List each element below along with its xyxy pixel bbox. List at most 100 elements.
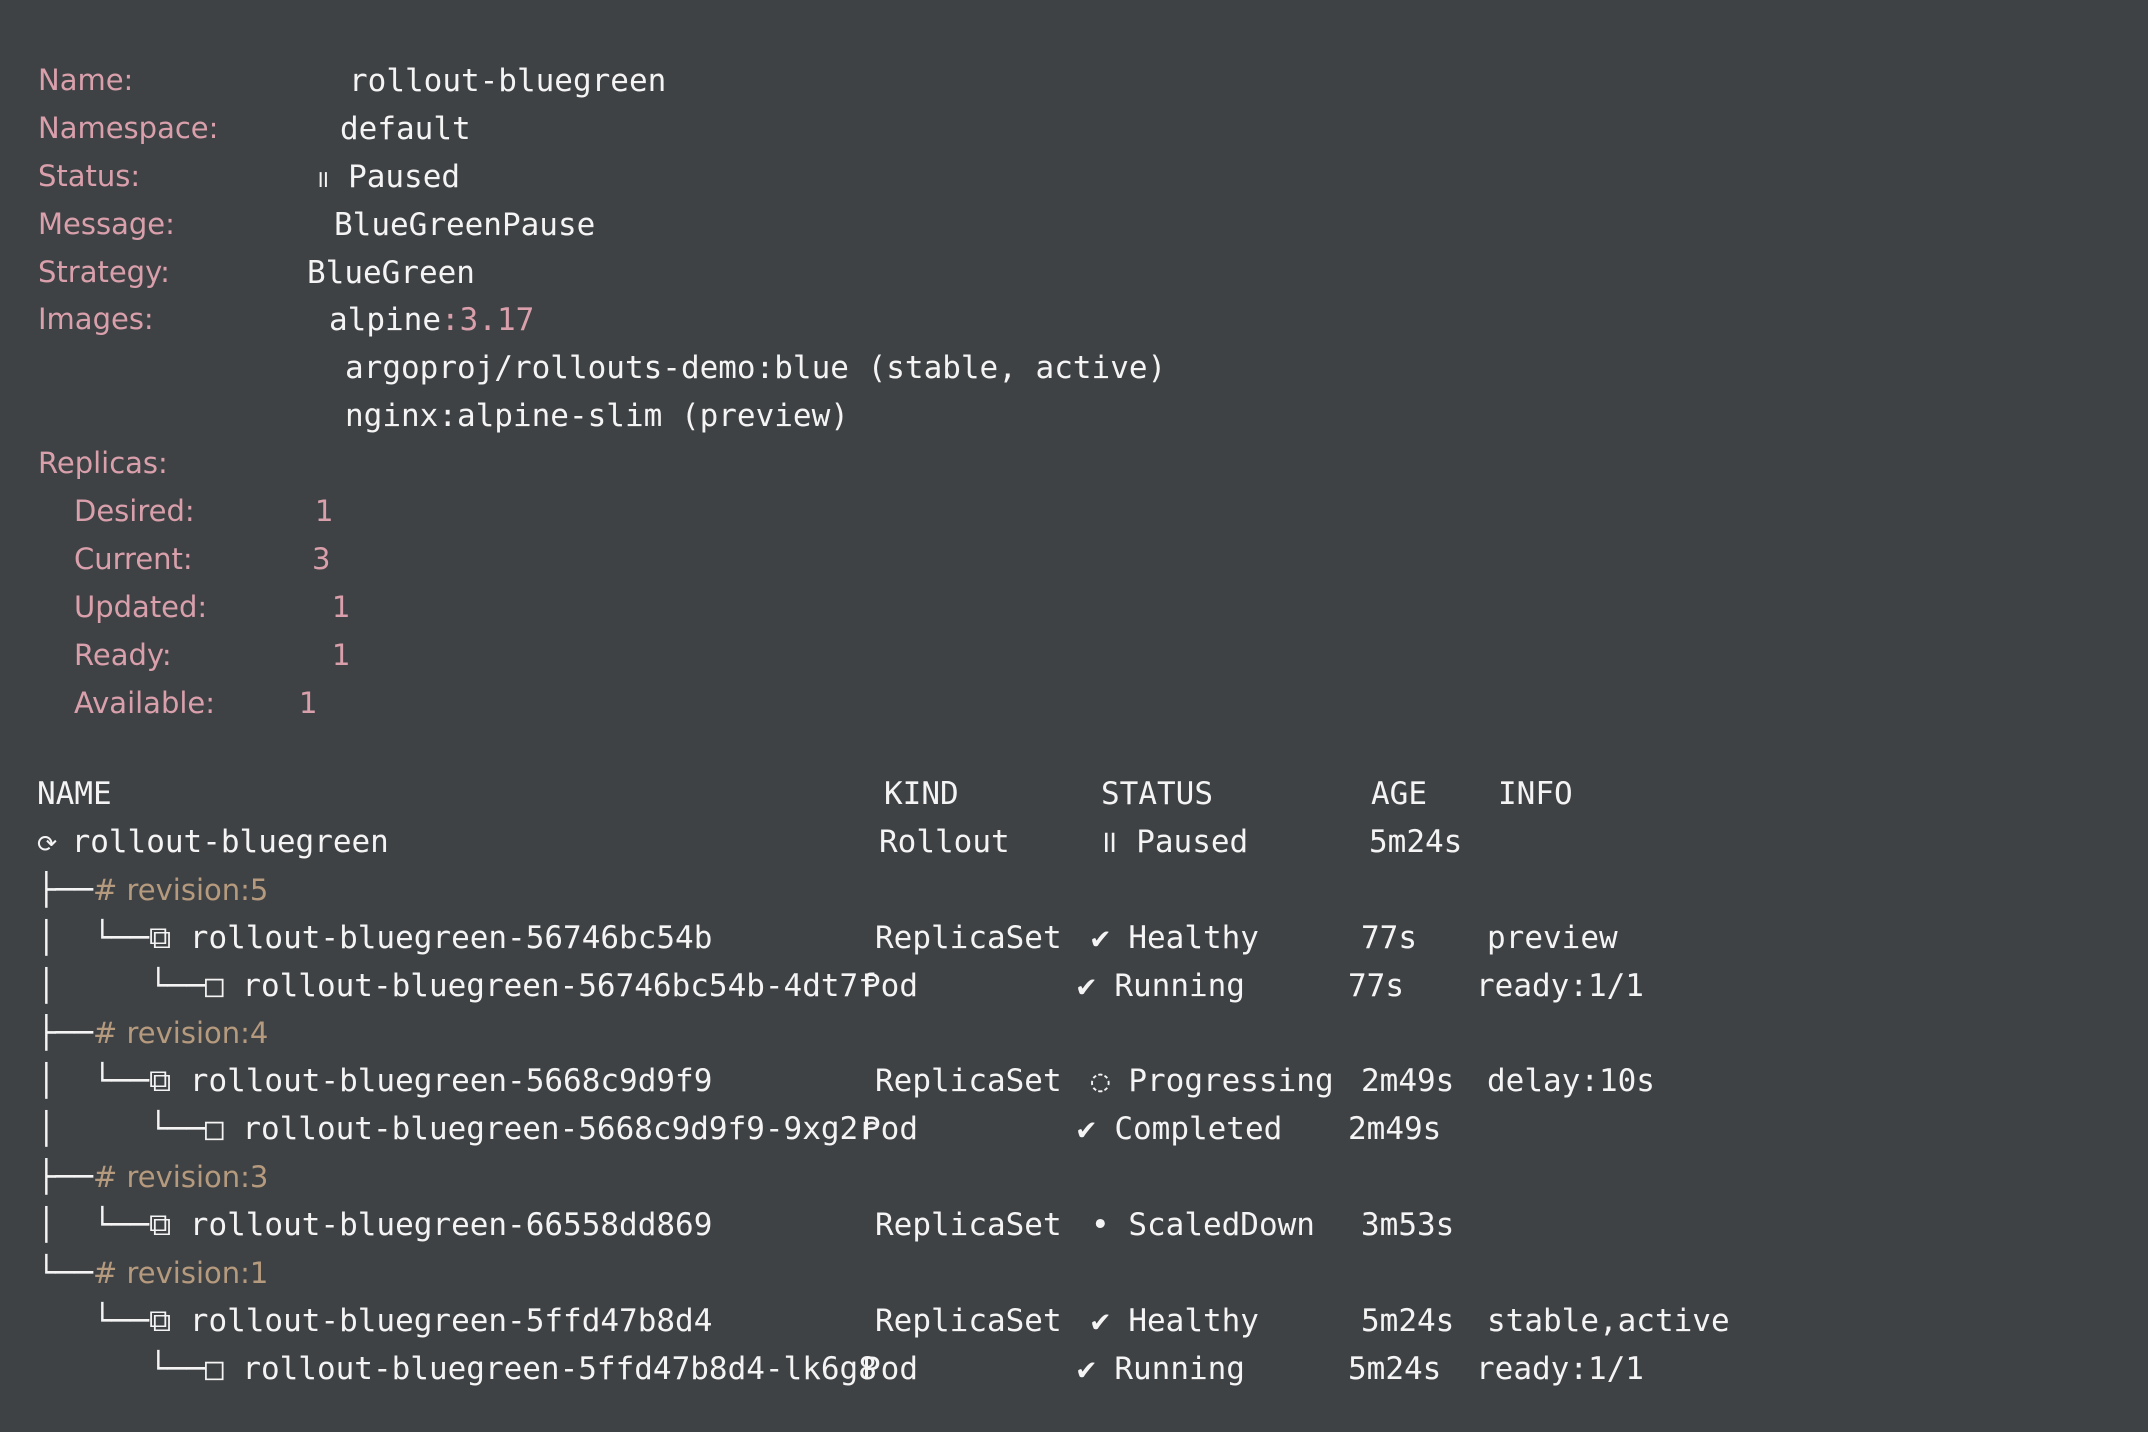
row-info: delay:10s <box>1487 1063 1655 1099</box>
tree-branch: ├── <box>37 1159 93 1195</box>
row-name: rollout-bluegreen-56746bc54b-4dt7f <box>242 968 877 1004</box>
row-name: rollout-bluegreen <box>71 824 389 860</box>
table-row: └──⧉ rollout-bluegreen-5ffd47b8d4 <box>37 1306 712 1337</box>
row-age: 2m49s <box>1361 1063 1455 1099</box>
row-name: rollout-bluegreen-5668c9d9f9 <box>189 1063 713 1099</box>
row-status: ✔ Running <box>1077 1351 1245 1387</box>
row-kind: Rollout <box>879 824 1010 860</box>
row-name: rollout-bluegreen-5ffd47b8d4 <box>189 1303 713 1339</box>
current-value: 3 <box>312 542 331 576</box>
pause-icon: ॥ <box>315 165 330 193</box>
row-kind: ReplicaSet <box>875 1063 1062 1099</box>
table-row: │ └──⧉ rollout-bluegreen-56746bc54b <box>37 923 712 954</box>
image-alpine: alpine:3.17 <box>329 305 534 336</box>
table-row: │ └──⧉ rollout-bluegreen-66558dd869 <box>37 1210 712 1241</box>
pod-icon: └──□ <box>37 1351 243 1387</box>
ready-label: Ready: <box>74 638 172 672</box>
row-kind: Pod <box>862 1351 918 1387</box>
desired-value: 1 <box>315 494 334 528</box>
row-age: 5m24s <box>1361 1303 1455 1339</box>
row-kind: ReplicaSet <box>875 1303 1062 1339</box>
table-row: │ └──□ rollout-bluegreen-56746bc54b-4dt7… <box>37 971 877 1002</box>
header-name: NAME <box>37 776 112 812</box>
row-name: rollout-bluegreen-56746bc54b <box>189 920 713 956</box>
row-kind: ReplicaSet <box>875 920 1062 956</box>
status-value-line: ॥ Paused <box>315 162 460 193</box>
row-age: 77s <box>1361 920 1417 956</box>
image-alpine-tag: :3.17 <box>440 302 535 338</box>
image-nginx: nginx:alpine-slim (preview) <box>345 398 849 434</box>
tree-branch: ├── <box>37 1015 93 1051</box>
tree-branch: ├── <box>37 872 93 908</box>
header-age: AGE <box>1371 776 1427 812</box>
images-label: Images: <box>38 302 154 336</box>
available-value: 1 <box>299 686 318 720</box>
updated-label: Updated: <box>74 590 208 624</box>
row-status: ✔ Healthy <box>1091 920 1259 956</box>
table-row: ⟳ rollout-bluegreen <box>37 827 389 858</box>
header-info: INFO <box>1498 776 1573 812</box>
row-info: ready:1/1 <box>1476 968 1644 1004</box>
message-label: Message: <box>38 207 175 241</box>
replicaset-icon: │ └──⧉ <box>37 1063 190 1099</box>
tree-branch: └── <box>37 1255 93 1291</box>
replicaset-icon: │ └──⧉ <box>37 920 190 956</box>
revision-label: # revision:1 <box>93 1256 269 1290</box>
header-kind: KIND <box>884 776 959 812</box>
updated-value: 1 <box>332 590 351 624</box>
table-row: │ └──□ rollout-bluegreen-5668c9d9f9-9xg2… <box>37 1114 877 1145</box>
revision-row: ├──# revision:3 <box>37 1162 268 1193</box>
row-info: preview <box>1487 920 1618 956</box>
row-status: ◌ Progressing <box>1091 1063 1334 1099</box>
header-status: STATUS <box>1101 776 1213 812</box>
status-label: Status: <box>38 159 141 193</box>
revision-row: └──# revision:1 <box>37 1258 268 1289</box>
ready-value: 1 <box>332 638 351 672</box>
row-age: 5m24s <box>1369 824 1463 860</box>
message-value: BlueGreenPause <box>334 207 596 243</box>
rollout-icon: ⟳ <box>37 830 72 858</box>
row-age: 2m49s <box>1348 1111 1442 1147</box>
revision-row: ├──# revision:4 <box>37 1018 268 1049</box>
row-status: ✔ Running <box>1077 968 1245 1004</box>
revision-row: ├──# revision:5 <box>37 875 268 906</box>
current-label: Current: <box>74 542 193 576</box>
strategy-value: BlueGreen <box>307 255 475 291</box>
row-name: rollout-bluegreen-5ffd47b8d4-lk6g8 <box>242 1351 877 1387</box>
replicaset-icon: │ └──⧉ <box>37 1207 190 1243</box>
row-kind: Pod <box>862 1111 918 1147</box>
revision-label: # revision:5 <box>93 873 269 907</box>
row-age: 77s <box>1348 968 1404 1004</box>
row-kind: Pod <box>862 968 918 1004</box>
image-alpine-name: alpine <box>329 302 441 338</box>
table-row: │ └──⧉ rollout-bluegreen-5668c9d9f9 <box>37 1066 712 1097</box>
desired-label: Desired: <box>74 494 195 528</box>
row-status: • ScaledDown <box>1091 1207 1315 1243</box>
pod-icon: │ └──□ <box>37 968 243 1004</box>
table-row: └──□ rollout-bluegreen-5ffd47b8d4-lk6g8 <box>37 1354 877 1385</box>
terminal-output: Name: rollout-bluegreen Namespace: defau… <box>0 0 2148 1432</box>
replicaset-icon: └──⧉ <box>37 1303 190 1339</box>
name-label: Name: <box>38 63 134 97</box>
image-rollouts-demo: argoproj/rollouts-demo:blue (stable, act… <box>345 350 1167 386</box>
row-age: 3m53s <box>1361 1207 1455 1243</box>
row-status: ॥ Paused <box>1099 824 1249 860</box>
row-status: ✔ Healthy <box>1091 1303 1259 1339</box>
row-kind: ReplicaSet <box>875 1207 1062 1243</box>
namespace-value: default <box>340 111 471 147</box>
revision-label: # revision:3 <box>93 1160 269 1194</box>
namespace-label: Namespace: <box>38 111 219 145</box>
row-info: ready:1/1 <box>1476 1351 1644 1387</box>
status-value: Paused <box>348 159 461 195</box>
available-label: Available: <box>74 686 216 720</box>
row-status: ✔ Completed <box>1077 1111 1283 1147</box>
pod-icon: │ └──□ <box>37 1111 243 1147</box>
row-info: stable,active <box>1487 1303 1730 1339</box>
revision-label: # revision:4 <box>93 1016 269 1050</box>
row-age: 5m24s <box>1348 1351 1442 1387</box>
row-name: rollout-bluegreen-5668c9d9f9-9xg2r <box>242 1111 877 1147</box>
row-name: rollout-bluegreen-66558dd869 <box>189 1207 713 1243</box>
strategy-label: Strategy: <box>38 255 170 289</box>
replicas-label: Replicas: <box>38 446 168 480</box>
name-value: rollout-bluegreen <box>349 63 667 99</box>
